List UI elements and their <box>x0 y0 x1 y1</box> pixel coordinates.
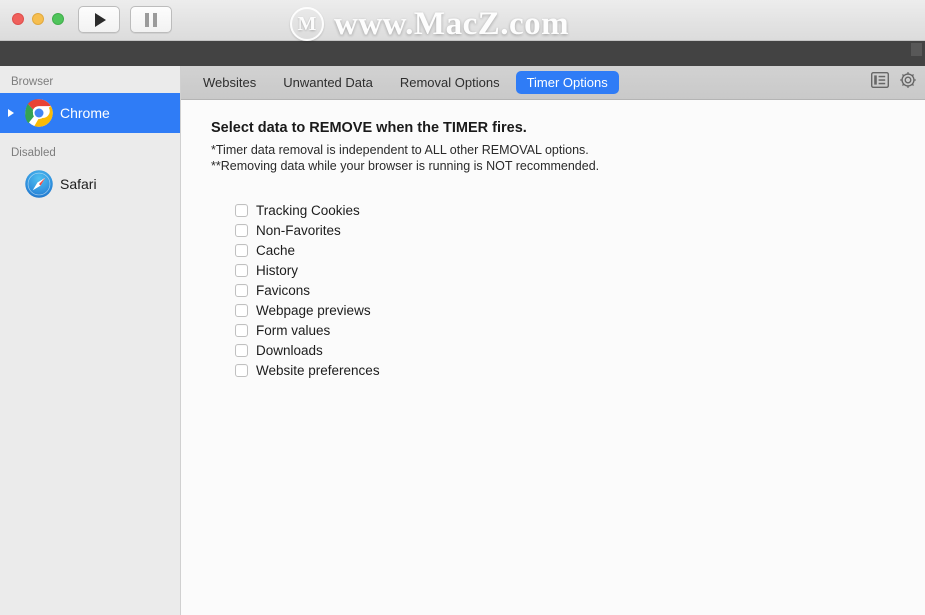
app-window: M www.MacZ.com Websites Unwanted Data Re… <box>0 0 925 615</box>
removal-options-checklist: Tracking Cookies Non-Favorites Cache His… <box>235 200 925 380</box>
list-view-icon[interactable] <box>870 71 890 93</box>
checkbox-tracking-cookies[interactable] <box>235 203 248 217</box>
tab-websites[interactable]: Websites <box>192 71 267 94</box>
checkbox-webpage-previews[interactable] <box>235 303 248 317</box>
maximize-window-button[interactable] <box>52 13 64 25</box>
checkbox-row-webpage-previews[interactable]: Webpage previews <box>235 300 925 320</box>
checkbox-row-cache[interactable]: Cache <box>235 240 925 260</box>
checkbox-non-favorites[interactable] <box>235 223 248 237</box>
checkbox-label-website-preferences: Website preferences <box>256 362 380 378</box>
play-icon <box>95 12 106 27</box>
content-panel: Select data to REMOVE when the TIMER fir… <box>182 100 925 615</box>
checkbox-cache[interactable] <box>235 243 248 257</box>
tab-toolbar: Websites Unwanted Data Removal Options T… <box>181 66 925 100</box>
sidebar-section-header-browser: Browser <box>11 76 54 88</box>
checkbox-favicons[interactable] <box>235 283 248 297</box>
tab-unwanted-data[interactable]: Unwanted Data <box>272 71 384 94</box>
sidebar-item-label-safari: Safari <box>60 176 97 192</box>
chrome-icon <box>24 98 54 128</box>
checkbox-label-non-favorites: Non-Favorites <box>256 222 341 238</box>
checkbox-history[interactable] <box>235 263 248 277</box>
checkbox-label-history: History <box>256 262 299 278</box>
note-timer-independence: *Timer data removal is independent to AL… <box>211 143 589 157</box>
tab-list: Websites Unwanted Data Removal Options T… <box>192 71 619 94</box>
checkbox-label-downloads: Downloads <box>256 342 323 358</box>
checkbox-row-favicons[interactable]: Favicons <box>235 280 925 300</box>
checkbox-website-preferences[interactable] <box>235 363 248 377</box>
checkbox-downloads[interactable] <box>235 343 248 357</box>
sidebar-item-chrome[interactable]: Chrome <box>0 93 180 133</box>
disclosure-triangle-icon[interactable] <box>4 109 18 117</box>
band-corner-nub <box>911 43 922 56</box>
play-button[interactable] <box>78 6 120 33</box>
sidebar-item-safari[interactable]: Safari <box>0 164 180 204</box>
sidebar-section-header-disabled: Disabled <box>11 147 56 159</box>
pause-button[interactable] <box>130 6 172 33</box>
titlebar <box>0 0 925 41</box>
checkbox-label-tracking-cookies: Tracking Cookies <box>256 202 360 218</box>
checkbox-row-form-values[interactable]: Form values <box>235 320 925 340</box>
checkbox-row-website-preferences[interactable]: Website preferences <box>235 360 925 380</box>
checkbox-row-downloads[interactable]: Downloads <box>235 340 925 360</box>
gear-icon[interactable] <box>899 71 917 94</box>
checkbox-row-tracking-cookies[interactable]: Tracking Cookies <box>235 200 925 220</box>
transport-controls <box>78 6 172 33</box>
safari-icon <box>24 169 54 199</box>
checkbox-row-non-favorites[interactable]: Non-Favorites <box>235 220 925 240</box>
sidebar: Browser Chrome Disabled Safari <box>0 66 181 615</box>
close-window-button[interactable] <box>12 13 24 25</box>
checkbox-label-favicons: Favicons <box>256 282 311 298</box>
checkbox-label-form-values: Form values <box>256 322 331 338</box>
dark-header-band <box>0 41 925 66</box>
tab-removal-options[interactable]: Removal Options <box>389 71 511 94</box>
pause-icon <box>145 12 157 27</box>
page-title: Select data to REMOVE when the TIMER fir… <box>211 120 527 136</box>
sidebar-item-label-chrome: Chrome <box>60 105 110 121</box>
minimize-window-button[interactable] <box>32 13 44 25</box>
checkbox-label-cache: Cache <box>256 242 296 258</box>
note-browser-running: **Removing data while your browser is ru… <box>211 159 600 173</box>
checkbox-label-webpage-previews: Webpage previews <box>256 302 371 318</box>
checkbox-form-values[interactable] <box>235 323 248 337</box>
toolbar-actions <box>870 71 917 94</box>
traffic-lights <box>12 13 64 25</box>
checkbox-row-history[interactable]: History <box>235 260 925 280</box>
tab-timer-options[interactable]: Timer Options <box>515 71 619 94</box>
